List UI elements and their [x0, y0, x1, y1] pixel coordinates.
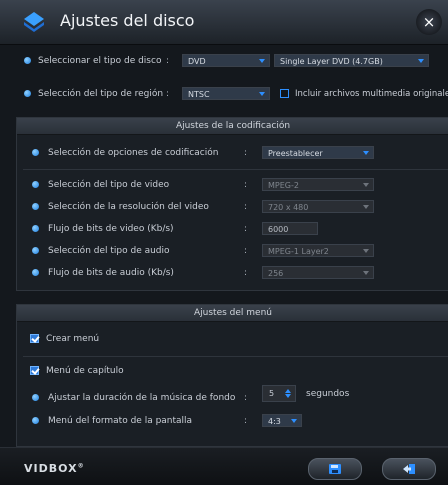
brand-logo: VIDBOX®: [24, 462, 85, 475]
menu-panel-header: Ajustes del menú: [17, 305, 448, 322]
music-duration-unit: segundos: [306, 389, 350, 399]
chevron-up-icon[interactable]: [285, 389, 291, 393]
audio-type-label: Selección del tipo de audio: [48, 246, 170, 256]
save-button[interactable]: [308, 458, 362, 480]
chevron-down-icon: [363, 271, 369, 275]
chapter-menu-checkbox[interactable]: [30, 366, 39, 375]
bullet-icon: [32, 149, 39, 156]
create-menu-checkbox[interactable]: [30, 334, 39, 343]
chevron-down-icon: [363, 205, 369, 209]
disc-format-select[interactable]: DVD: [182, 54, 270, 67]
colon: :: [244, 393, 248, 403]
screen-format-label: Menú del formato de la pantalla: [48, 416, 193, 426]
audio-type-select[interactable]: MPEG-1 Layer2: [262, 244, 374, 257]
exit-button[interactable]: [382, 458, 436, 480]
window-title: Ajustes del disco: [60, 11, 195, 30]
divider: [23, 356, 448, 357]
video-type-value: MPEG-2: [268, 181, 299, 190]
chevron-down-icon: [363, 151, 369, 155]
video-resolution-select[interactable]: 720 x 480: [262, 200, 374, 213]
chevron-down-icon[interactable]: [285, 394, 291, 398]
chevron-down-icon: [418, 59, 424, 63]
bullet-icon: [24, 57, 31, 64]
bullet-icon: [32, 394, 39, 401]
bullet-icon: [24, 90, 31, 97]
video-bitrate-input[interactable]: 6000: [262, 222, 318, 235]
footer-bar: VIDBOX®: [0, 447, 448, 485]
bullet-icon: [32, 203, 39, 210]
colon: :: [166, 56, 170, 66]
bullet-icon: [32, 269, 39, 276]
chevron-down-icon: [363, 183, 369, 187]
region-select[interactable]: NTSC: [182, 87, 270, 100]
coding-options-value: Preestablecer: [268, 149, 323, 158]
chevron-down-icon: [259, 59, 265, 63]
screen-format-select[interactable]: 4:3: [262, 414, 302, 427]
divider: [23, 169, 448, 170]
brand-text: VIDBOX: [24, 462, 78, 475]
create-menu-label: Crear menú: [46, 334, 100, 344]
audio-bitrate-label: Flujo de bits de audio (Kb/s): [48, 268, 174, 278]
chevron-down-icon: [363, 249, 369, 253]
brand-mark: ®: [77, 462, 85, 470]
audio-bitrate-value: 256: [268, 269, 284, 278]
music-duration-label: Ajustar la duración de la música de fond…: [48, 393, 236, 403]
exit-icon: [403, 464, 415, 474]
disc-format-value: DVD: [188, 57, 206, 66]
vidbox-logo-icon: [24, 12, 44, 32]
disc-type-label: Seleccionar el tipo de disco: [38, 56, 162, 66]
include-originals-label: Incluir archivos multimedia originales: [295, 89, 448, 99]
disc-settings-window: Ajustes del disco × Seleccionar el tipo …: [0, 0, 448, 485]
chapter-menu-label: Menú de capítulo: [46, 366, 124, 376]
video-type-select[interactable]: MPEG-2: [262, 178, 374, 191]
bullet-icon: [32, 247, 39, 254]
colon: :: [244, 224, 248, 234]
bullet-icon: [32, 417, 39, 424]
music-duration-value: 5: [269, 389, 275, 398]
disc-layer-value: Single Layer DVD (4.7GB): [280, 57, 383, 66]
video-resolution-value: 720 x 480: [268, 203, 309, 212]
region-label: Selección del tipo de región: [38, 89, 164, 99]
screen-format-value: 4:3: [268, 417, 281, 426]
chevron-down-icon: [259, 92, 265, 96]
include-originals-checkbox[interactable]: [280, 89, 289, 98]
chevron-down-icon: [291, 419, 297, 423]
colon: :: [166, 89, 170, 99]
close-button[interactable]: ×: [416, 9, 442, 35]
coding-options-label: Selección de opciones de codificación: [48, 148, 219, 158]
region-value: NTSC: [188, 90, 210, 99]
video-type-label: Selección del tipo de video: [48, 180, 170, 190]
video-bitrate-label: Flujo de bits de video (Kb/s): [48, 224, 174, 234]
bullet-icon: [32, 225, 39, 232]
colon: :: [244, 202, 248, 212]
colon: :: [244, 416, 248, 426]
video-resolution-label: Selección de la resolución del video: [48, 202, 209, 212]
bullet-icon: [32, 181, 39, 188]
disc-layer-select[interactable]: Single Layer DVD (4.7GB): [274, 54, 429, 67]
colon: :: [244, 148, 248, 158]
title-bar: Ajustes del disco ×: [0, 0, 448, 45]
audio-bitrate-select[interactable]: 256: [262, 266, 374, 279]
colon: :: [244, 246, 248, 256]
audio-type-value: MPEG-1 Layer2: [268, 247, 329, 256]
coding-panel-header: Ajustes de la codificación: [17, 118, 448, 135]
coding-options-select[interactable]: Preestablecer: [262, 146, 374, 159]
colon: :: [244, 268, 248, 278]
colon: :: [244, 180, 248, 190]
music-duration-stepper[interactable]: 5: [262, 385, 296, 402]
save-icon: [329, 464, 341, 474]
